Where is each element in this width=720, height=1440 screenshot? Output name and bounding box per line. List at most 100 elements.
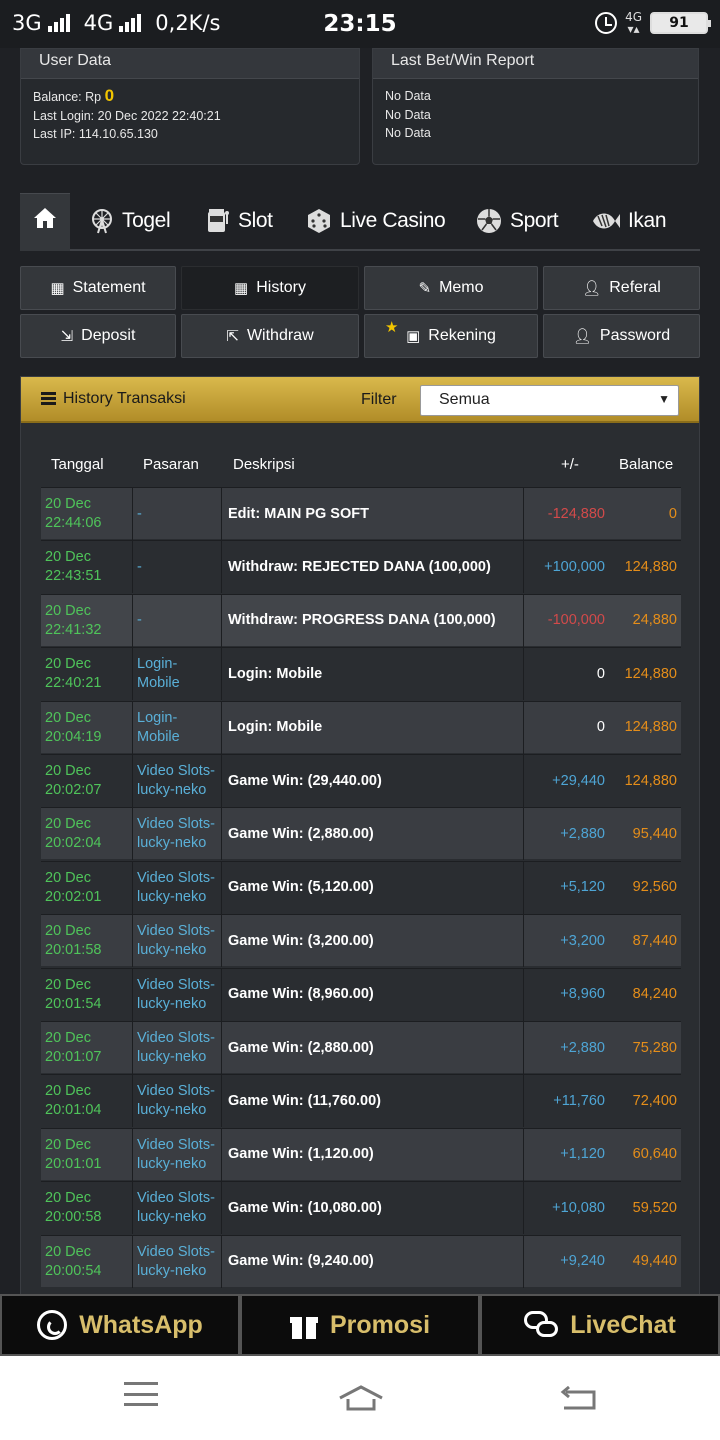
table-row: 20 Dec 20:04:19 Login-Mobile Login: Mobile 0… (41, 700, 681, 754)
row-date: 20 Dec 22:44:06 (45, 496, 102, 531)
report-line: No Data (385, 126, 431, 140)
row-balance: 84,240 (632, 986, 677, 1003)
row-balance: 49,440 (632, 1253, 677, 1270)
last-ip: Last IP: 114.10.65.130 (33, 127, 158, 141)
filter-select[interactable]: Semua ▼ (420, 385, 679, 416)
row-market: Login-Mobile (132, 648, 220, 701)
referal-button[interactable]: 👤︎ Referal (543, 266, 700, 310)
row-description: Withdraw: REJECTED DANA (100,000) (221, 541, 521, 594)
row-market: Video Slots-lucky-neko (132, 808, 220, 861)
home-nav-icon[interactable] (338, 1384, 384, 1412)
nav-ikan[interactable]: Ikan (590, 206, 666, 236)
home-icon (34, 208, 56, 228)
user-data-title: User Data (21, 49, 359, 79)
system-nav-bar (0, 1356, 720, 1440)
history-button[interactable]: ▦ History (181, 266, 359, 310)
row-date: 20 Dec 22:40:21 (45, 656, 102, 692)
livechat-button[interactable]: LiveChat (480, 1294, 720, 1356)
statement-button[interactable]: ▦ Statement (20, 266, 176, 310)
table-row: 20 Dec 20:02:04 Video Slots-lucky-neko Game… (41, 807, 681, 861)
row-date: 20 Dec 22:43:51 (45, 549, 102, 585)
row-description: Login: Mobile (221, 648, 521, 701)
table-row: 20 Dec 20:01:07 Video Slots-lucky-neko Game… (41, 1021, 681, 1074)
user-icon: 👤︎ (582, 280, 602, 297)
table-row: 20 Dec 20:01:58 Video Slots-lucky-neko Game… (41, 914, 681, 968)
battery-icon: 91 (650, 12, 711, 34)
promosi-label: Promosi (329, 1310, 431, 1339)
nav-live-casino[interactable]: Live Casino (306, 206, 446, 236)
row-description: Game Win: (2,880.00) (221, 1022, 521, 1074)
col-amount: +/- (561, 456, 579, 473)
row-balance: 124,880 (624, 558, 677, 575)
promosi-button[interactable]: Promosi (240, 1294, 480, 1356)
last-bet-title: Last Bet/Win Report (373, 49, 698, 79)
row-date: 20 Dec 20:02:04 (45, 816, 102, 852)
list-icon (41, 392, 56, 405)
row-description: Game Win: (29,440.00) (221, 755, 521, 807)
row-market: Video Slots-lucky-neko (132, 1235, 220, 1288)
filter-label: Filter (361, 391, 397, 408)
table-row: 20 Dec 22:41:32- Withdraw: PROGRESS DANA (… (41, 593, 681, 647)
dice-icon (308, 209, 330, 233)
chat-icon (524, 1311, 559, 1339)
row-market: Video Slots-lucky-neko (132, 861, 220, 914)
row-date: 20 Dec 20:01:54 (45, 976, 102, 1012)
history-title: History Transaksi (63, 390, 186, 407)
fish-icon (593, 213, 620, 229)
balance-value: 0 (104, 86, 115, 105)
row-description: Game Win: (5,120.00) (221, 861, 521, 914)
row-date: 20 Dec 20:01:07 (45, 1030, 102, 1065)
row-market: - (132, 488, 220, 540)
whatsapp-button[interactable]: WhatsApp (0, 1294, 240, 1356)
row-date: 20 Dec 20:01:01 (45, 1136, 102, 1172)
row-description: Game Win: (3,200.00) (221, 915, 521, 968)
edit-icon: ✎ (418, 280, 432, 297)
col-pasaran: Pasaran (143, 456, 199, 473)
home-tab[interactable] (20, 193, 70, 251)
row-balance: 24,880 (632, 612, 677, 629)
withdraw-label: Withdraw (246, 327, 314, 344)
password-label: Password (599, 327, 671, 344)
dropdown-arrow-icon: ▼ (658, 392, 670, 406)
col-deskripsi: Deskripsi (233, 456, 295, 473)
row-balance: 0 (668, 505, 677, 522)
rekening-button[interactable]: ★ ▣ Rekening (364, 314, 538, 358)
footer-bar: WhatsApp Promosi LiveChat (0, 1294, 720, 1356)
row-description: Game Win: (1,120.00) (221, 1128, 521, 1181)
password-button[interactable]: 👤︎ Password (543, 314, 700, 358)
statement-label: Statement (72, 279, 146, 296)
referal-label: Referal (609, 279, 661, 296)
row-date: 20 Dec 20:02:01 (45, 869, 102, 905)
soccer-ball-icon (477, 209, 501, 233)
withdraw-button[interactable]: ⇱ Withdraw (181, 314, 359, 358)
balance-label: Balance: Rp (33, 90, 102, 104)
row-balance: 87,440 (632, 932, 677, 949)
row-date: 20 Dec 20:04:19 (45, 709, 102, 745)
deposit-button[interactable]: ⇲ Deposit (20, 314, 176, 358)
table-row: 20 Dec 20:01:54 Video Slots-lucky-neko Game… (41, 967, 681, 1021)
history-panel: History Transaksi Filter Semua ▼ Tanggal… (20, 376, 700, 1296)
memo-button[interactable]: ✎ Memo (364, 266, 538, 310)
recent-apps-icon[interactable] (124, 1382, 158, 1406)
table-row: 20 Dec 20:00:54 Video Slots-lucky-neko Game… (41, 1234, 681, 1288)
ferris-wheel-icon (92, 209, 112, 234)
row-market: Video Slots-lucky-neko (132, 755, 220, 807)
deposit-label: Deposit (81, 327, 136, 344)
row-date: 20 Dec 20:00:58 (45, 1190, 102, 1226)
table-row: 20 Dec 20:00:58 Video Slots-lucky-neko Game… (41, 1181, 681, 1235)
nav-togel[interactable]: Togel (90, 206, 171, 236)
col-balance: Balance (619, 456, 674, 473)
star-icon: ★ (385, 319, 399, 336)
row-description: Game Win: (8,960.00) (221, 968, 521, 1021)
report-line: No Data (385, 107, 431, 122)
nav-sport[interactable]: Sport (476, 206, 559, 236)
row-balance: 60,640 (632, 1146, 677, 1163)
filter-value: Semua (439, 391, 490, 408)
withdraw-icon: ⇱ (226, 328, 239, 345)
row-description: Game Win: (10,080.00) (221, 1182, 521, 1235)
whatsapp-icon (37, 1310, 68, 1340)
nav-ikan-label: Ikan (628, 209, 667, 232)
nav-slot[interactable]: Slot (206, 206, 273, 236)
back-icon[interactable] (560, 1386, 596, 1410)
deposit-icon: ⇲ (60, 328, 74, 345)
